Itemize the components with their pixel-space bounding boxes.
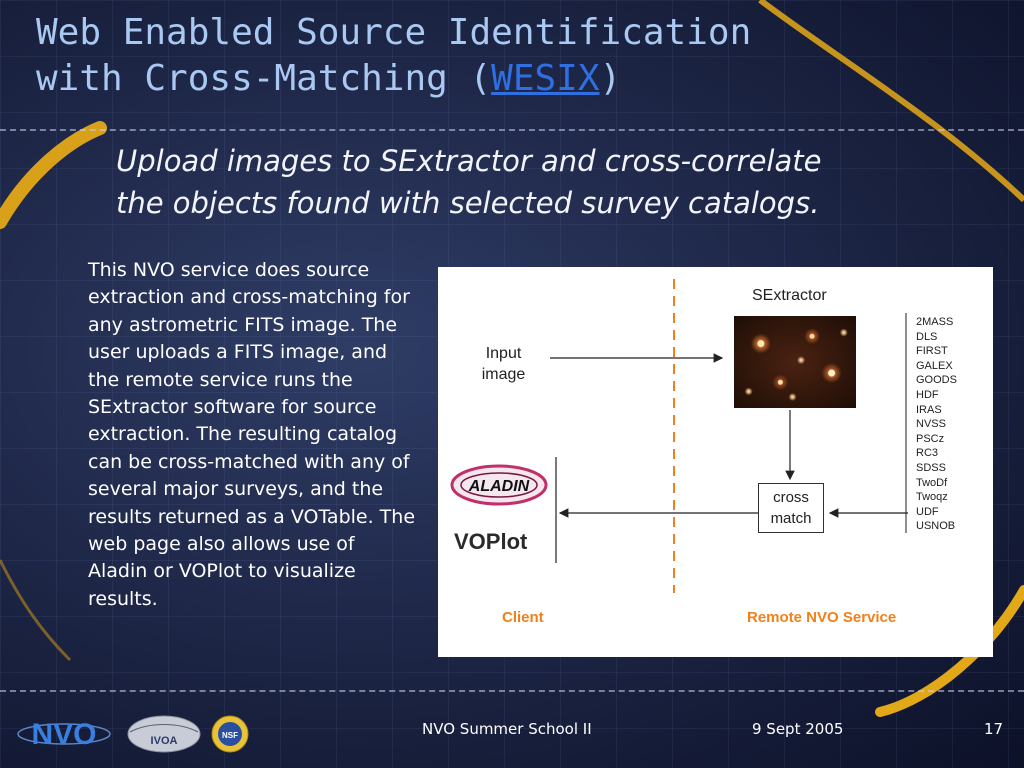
title-divider <box>0 129 1024 131</box>
footer-date: 9 Sept 2005 <box>752 720 844 738</box>
cross-match-box: cross match <box>758 483 824 533</box>
catalog-item: UDF <box>916 505 939 518</box>
cross-match-line-1: cross <box>773 489 809 506</box>
voplot-label: VOPlot <box>454 529 528 554</box>
client-label: Client <box>502 609 544 626</box>
subtitle-line-1: Upload images to SExtractor and cross-co… <box>116 144 822 178</box>
catalog-item: TwoDf <box>916 476 948 489</box>
survey-catalog-list: 2MASS DLS FIRST GALEX GOODS HDF IRAS NVS… <box>916 315 957 534</box>
input-label-line-2: image <box>481 366 526 383</box>
catalog-item: GALEX <box>916 359 953 372</box>
sextractor-field-image <box>734 316 856 408</box>
catalog-item: Twoqz <box>916 491 948 504</box>
wesix-link[interactable]: WESIX <box>491 58 599 99</box>
remote-service-label: Remote NVO Service <box>747 609 897 626</box>
service-description: This NVO service does source extraction … <box>88 259 416 610</box>
catalog-item: HDF <box>916 388 939 401</box>
nvo-logo-text: NVO <box>31 718 96 751</box>
wesix-diagram: Input image SExtractor 2MASS DLS FIRST G… <box>438 267 993 657</box>
catalog-item: 2MASS <box>916 316 954 328</box>
ivoa-logo: IVOA <box>127 715 201 753</box>
aladin-logo-text: ALADIN <box>468 478 530 495</box>
footer-event: NVO Summer School II <box>422 720 592 738</box>
title-line-2-suffix: ) <box>599 58 622 99</box>
aladin-logo: ALADIN <box>450 464 548 506</box>
nvo-logo: NVO <box>17 718 111 751</box>
catalog-item: NVSS <box>916 418 946 431</box>
slide-subtitle: Upload images to SExtractor and cross-co… <box>116 140 936 224</box>
catalog-item: PSCz <box>916 432 945 445</box>
cross-match-line-2: match <box>770 510 812 527</box>
catalog-item: DLS <box>916 330 938 343</box>
footer-divider <box>0 690 1024 692</box>
catalog-item: RC3 <box>916 447 939 460</box>
catalog-item: SDSS <box>916 461 946 474</box>
input-label-line-1: Input <box>485 345 522 362</box>
slide-title: Web Enabled Source Identification with C… <box>36 10 751 102</box>
input-image-label: Input image <box>466 343 541 385</box>
subtitle-line-2: the objects found with selected survey c… <box>116 186 820 220</box>
title-line-2-prefix: with Cross-Matching ( <box>36 58 492 99</box>
nsf-logo-text: NSF <box>222 731 238 740</box>
sextractor-label: SExtractor <box>752 287 827 304</box>
catalog-item: USNOB <box>916 520 956 533</box>
title-line-1: Web Enabled Source Identification <box>36 12 752 53</box>
page-number: 17 <box>984 720 1004 738</box>
catalog-item: IRAS <box>916 403 942 416</box>
nsf-logo: NSF <box>211 715 249 753</box>
catalog-item: FIRST <box>916 345 948 358</box>
ivoa-logo-text: IVOA <box>151 735 178 747</box>
catalog-item: GOODS <box>916 374 957 387</box>
